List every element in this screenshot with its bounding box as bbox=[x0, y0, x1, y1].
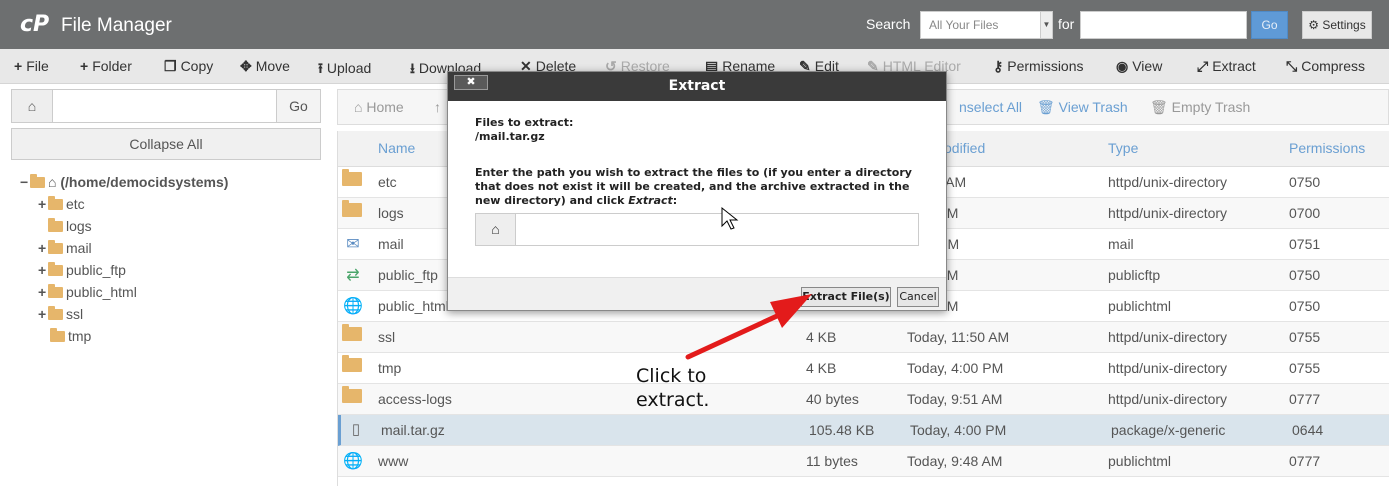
annotation-text: Click to extract. bbox=[636, 364, 709, 412]
annotation-arrow bbox=[685, 206, 812, 360]
annotation-line-2: extract. bbox=[636, 389, 710, 411]
annotation-line-1: Click to bbox=[636, 365, 707, 387]
mouse-cursor-icon bbox=[721, 206, 739, 230]
